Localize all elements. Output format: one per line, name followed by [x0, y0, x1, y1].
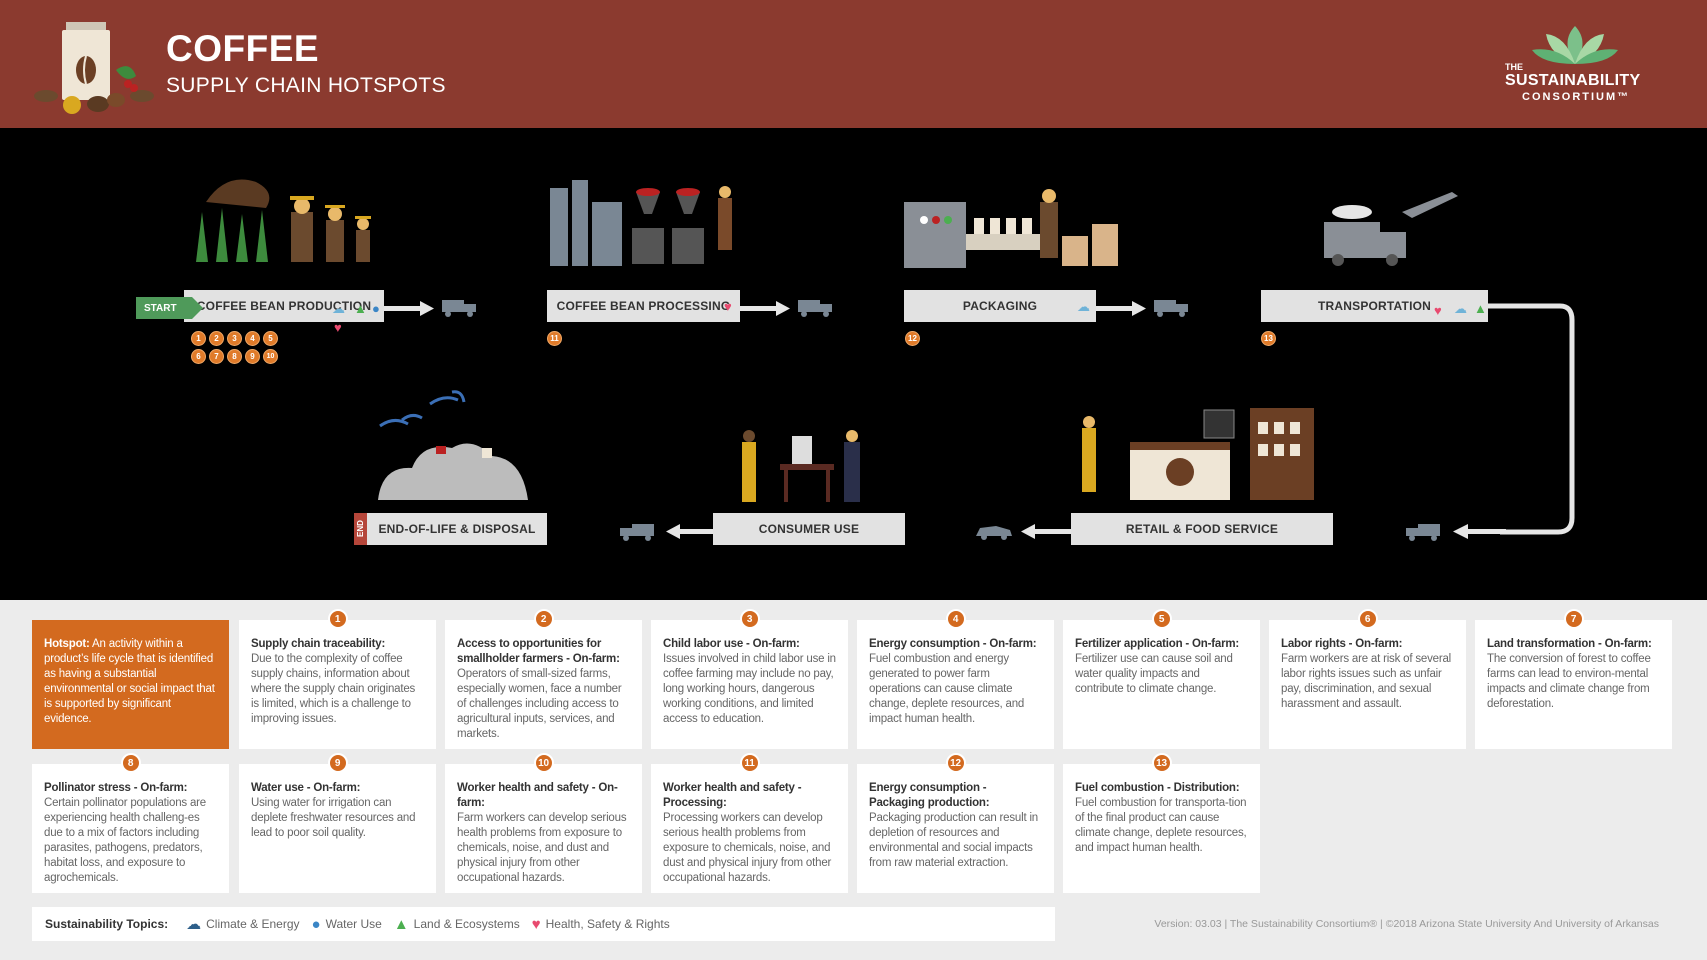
- hotspot-marker-8[interactable]: 8: [227, 349, 242, 364]
- stage-retail-food-service[interactable]: RETAIL & FOOD SERVICE: [1071, 513, 1333, 545]
- tree-icon: ▲: [354, 301, 367, 316]
- hotspot-marker-9[interactable]: 9: [245, 349, 260, 364]
- hotspot-card-10: 10 Worker health and safety - On-farm: F…: [445, 753, 642, 893]
- hotspot-card-5: 5 Fertilizer application - On-farm: Fert…: [1063, 609, 1260, 749]
- stage-packaging[interactable]: PACKAGING: [904, 290, 1096, 322]
- stage-consumer-use[interactable]: CONSUMER USE: [713, 513, 905, 545]
- hotspot-card-3: 3 Child labor use - On-farm: Issues invo…: [651, 609, 848, 749]
- footer-version: Version: 03.03 | The Sustainability Cons…: [1154, 918, 1659, 930]
- hotspot-marker-7[interactable]: 7: [209, 349, 224, 364]
- hotspot-marker-4[interactable]: 4: [245, 331, 260, 346]
- hotspot-card-4: 4 Energy consumption - On-farm: Fuel com…: [857, 609, 1054, 749]
- sustainability-topics-legend: Sustainability Topics: ☁ Climate & Energ…: [32, 907, 1055, 941]
- legend-item-health: ♥ Health, Safety & Rights: [531, 915, 670, 933]
- hotspot-card-8: 8 Pollinator stress - On-farm: Certain p…: [32, 753, 229, 893]
- packaging-illustration: [904, 189, 1118, 268]
- hotspot-card-6: 6 Labor rights - On-farm: Farm workers a…: [1269, 609, 1466, 749]
- water-drop-icon: ●: [372, 301, 380, 316]
- climate-energy-icon: ☁: [1454, 301, 1467, 316]
- lotus-icon: [1532, 26, 1618, 64]
- hotspot-marker-10[interactable]: 10: [263, 349, 278, 364]
- supply-chain-diagram: COFFEE BEAN PRODUCTION COFFEE BEAN PROCE…: [0, 128, 1707, 600]
- hotspot-badge: 6: [1357, 609, 1378, 629]
- hotspot-badge: 12: [945, 753, 966, 773]
- hotspot-badge: 5: [1151, 609, 1172, 629]
- hotspot-badge: 10: [533, 753, 554, 773]
- heart-icon: ♥: [531, 915, 541, 933]
- hotspot-card-9: 9 Water use - On-farm: Using water for i…: [239, 753, 436, 893]
- climate-energy-icon: ☁: [186, 916, 202, 933]
- hotspot-marker-5[interactable]: 5: [263, 331, 278, 346]
- transportation-illustration: [1324, 192, 1458, 266]
- hotspot-badge: 8: [120, 753, 141, 773]
- hotspot-marker-11[interactable]: 11: [547, 331, 562, 346]
- hotspot-marker-6[interactable]: 6: [191, 349, 206, 364]
- climate-energy-icon: ☁: [1077, 299, 1090, 314]
- farm-illustration: [196, 179, 371, 262]
- hotspot-badge: 1: [327, 609, 348, 629]
- header: COFFEE SUPPLY CHAIN HOTSPOTS THE SUSTAIN…: [0, 0, 1707, 128]
- hotspot-badge: 3: [739, 609, 760, 629]
- hotspot-definition-card: Hotspot: An activity within a product’s …: [32, 620, 229, 749]
- legend-title: Sustainability Topics:: [45, 917, 169, 931]
- heart-icon: ♥: [1434, 303, 1442, 318]
- hotspot-marker-3[interactable]: 3: [227, 331, 242, 346]
- landfill-illustration: [378, 390, 528, 500]
- stage-coffee-bean-processing[interactable]: COFFEE BEAN PROCESSING: [547, 290, 740, 322]
- hotspot-badge: 11: [739, 753, 760, 773]
- hotspot-marker-13[interactable]: 13: [1261, 331, 1276, 346]
- legend-item-land: ▲ Land & Ecosystems: [393, 915, 520, 933]
- hotspot-card-12: 12 Energy consumption - Packaging produc…: [857, 753, 1054, 893]
- hotspot-card-13: 13 Fuel combustion - Distribution: Fuel …: [1063, 753, 1260, 893]
- consumer-use-illustration: [742, 430, 860, 502]
- hotspot-card-7: 7 Land transformation - On-farm: The con…: [1475, 609, 1672, 749]
- hotspot-badge: 13: [1151, 753, 1172, 773]
- retail-illustration: [1082, 408, 1314, 500]
- heart-icon: ♥: [334, 320, 342, 335]
- climate-energy-icon: ☁: [332, 301, 345, 316]
- coffee-bag-logo-icon: [34, 22, 154, 114]
- hotspot-badge: 2: [533, 609, 554, 629]
- page-subtitle: SUPPLY CHAIN HOTSPOTS: [166, 74, 446, 97]
- legend-item-water: ● Water Use: [311, 915, 382, 933]
- hotspot-badge: 9: [327, 753, 348, 773]
- tree-icon: ▲: [393, 915, 409, 933]
- stage-end-of-life-disposal[interactable]: END-OF-LIFE & DISPOSAL: [367, 513, 547, 545]
- heart-icon: ♥: [724, 299, 732, 314]
- hotspot-card-11: 11 Worker health and safety - Processing…: [651, 753, 848, 893]
- hotspot-card-1: 1 Supply chain traceability: Due to the …: [239, 609, 436, 749]
- hotspot-marker-2[interactable]: 2: [209, 331, 224, 346]
- hotspot-card-2: 2 Access to opportunities for smallholde…: [445, 609, 642, 749]
- hotspot-badge: 7: [1563, 609, 1584, 629]
- processing-illustration: [550, 180, 732, 266]
- page-title: COFFEE: [166, 28, 320, 69]
- legend-item-climate: ☁ Climate & Energy: [186, 916, 300, 933]
- tree-icon: ▲: [1474, 301, 1487, 316]
- start-tag: START: [136, 297, 203, 319]
- sustainability-consortium-logo: THE SUSTAINABILITY CONSORTIUM™: [1500, 22, 1650, 107]
- hotspot-badge: 4: [945, 609, 966, 629]
- hotspot-marker-12[interactable]: 12: [905, 331, 920, 346]
- end-tag: END: [354, 513, 367, 545]
- hotspot-marker-1[interactable]: 1: [191, 331, 206, 346]
- water-drop-icon: ●: [311, 915, 321, 933]
